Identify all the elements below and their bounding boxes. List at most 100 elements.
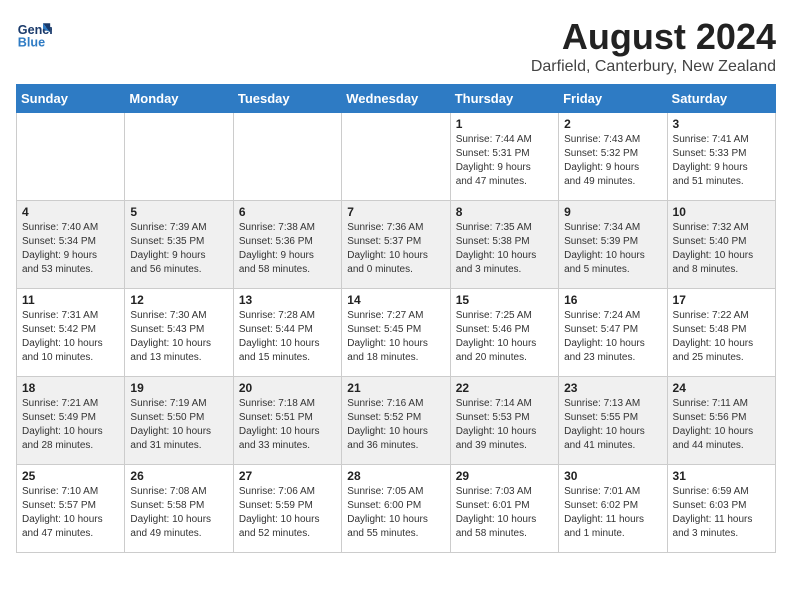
day-cell-30: 30 Sunrise: 7:01 AM Sunset: 6:02 PM Dayli…: [559, 465, 667, 553]
day-cell-31: 31 Sunrise: 6:59 AM Sunset: 6:03 PM Dayli…: [667, 465, 775, 553]
day-cell-26: 26Sunrise: 7:08 AM Sunset: 5:58 PM Dayli…: [125, 465, 233, 553]
day-cell-22: 22 Sunrise: 7:14 AM Sunset: 5:53 PM Dayli…: [450, 377, 558, 465]
day-number: 12: [130, 293, 227, 307]
day-info: Sunrise: 7:14 AM Sunset: 5:53 PM Dayligh…: [456, 397, 553, 453]
day-cell-28: 28 Sunrise: 7:05 AM Sunset: 6:00 PM Dayli…: [342, 465, 450, 553]
day-cell-14: 14 Sunrise: 7:27 AM Sunset: 5:45 PM Dayli…: [342, 289, 450, 377]
day-info: Sunrise: 7:40 AM Sunset: 5:34 PM Dayligh…: [22, 221, 119, 277]
day-info: Sunrise: 7:41 AM Sunset: 5:33 PM Dayligh…: [673, 133, 770, 189]
day-cell-1: 1 Sunrise: 7:44 AM Sunset: 5:31 PM Daylig…: [450, 113, 558, 201]
day-info: Sunrise: 7:05 AM Sunset: 6:00 PM Dayligh…: [347, 485, 444, 541]
page-header: General Blue August 2024 Darfield, Cante…: [16, 16, 776, 76]
day-cell-6: 6 Sunrise: 7:38 AM Sunset: 5:36 PM Daylig…: [233, 201, 341, 289]
day-cell-9: 9Sunrise: 7:34 AM Sunset: 5:39 PM Daylig…: [559, 201, 667, 289]
day-number: 13: [239, 293, 336, 307]
day-number: 7: [347, 205, 444, 219]
day-number: 5: [130, 205, 227, 219]
day-number: 10: [673, 205, 770, 219]
day-number: 28: [347, 469, 444, 483]
day-number: 29: [456, 469, 553, 483]
day-cell-29: 29Sunrise: 7:03 AM Sunset: 6:01 PM Dayli…: [450, 465, 558, 553]
day-info: Sunrise: 7:32 AM Sunset: 5:40 PM Dayligh…: [673, 221, 770, 277]
day-info: Sunrise: 7:35 AM Sunset: 5:38 PM Dayligh…: [456, 221, 553, 277]
logo-icon: General Blue: [16, 16, 52, 52]
empty-cell: [342, 113, 450, 201]
day-info: Sunrise: 7:06 AM Sunset: 5:59 PM Dayligh…: [239, 485, 336, 541]
day-info: Sunrise: 7:18 AM Sunset: 5:51 PM Dayligh…: [239, 397, 336, 453]
day-info: Sunrise: 7:30 AM Sunset: 5:43 PM Dayligh…: [130, 309, 227, 365]
day-number: 22: [456, 381, 553, 395]
day-cell-27: 27Sunrise: 7:06 AM Sunset: 5:59 PM Dayli…: [233, 465, 341, 553]
day-number: 14: [347, 293, 444, 307]
day-number: 3: [673, 117, 770, 131]
day-info: Sunrise: 7:22 AM Sunset: 5:48 PM Dayligh…: [673, 309, 770, 365]
day-cell-17: 17Sunrise: 7:22 AM Sunset: 5:48 PM Dayli…: [667, 289, 775, 377]
weekday-header-saturday: Saturday: [667, 85, 775, 113]
day-cell-12: 12 Sunrise: 7:30 AM Sunset: 5:43 PM Dayli…: [125, 289, 233, 377]
day-number: 19: [130, 381, 227, 395]
day-cell-11: 11 Sunrise: 7:31 AM Sunset: 5:42 PM Dayli…: [17, 289, 125, 377]
week-row-2: 4 Sunrise: 7:40 AM Sunset: 5:34 PM Daylig…: [17, 201, 776, 289]
empty-cell: [17, 113, 125, 201]
day-info: Sunrise: 7:21 AM Sunset: 5:49 PM Dayligh…: [22, 397, 119, 453]
month-title: August 2024: [531, 16, 776, 58]
location-title: Darfield, Canterbury, New Zealand: [531, 58, 776, 76]
day-cell-10: 10 Sunrise: 7:32 AM Sunset: 5:40 PM Dayli…: [667, 201, 775, 289]
day-info: Sunrise: 7:27 AM Sunset: 5:45 PM Dayligh…: [347, 309, 444, 365]
day-info: Sunrise: 7:19 AM Sunset: 5:50 PM Dayligh…: [130, 397, 227, 453]
day-number: 16: [564, 293, 661, 307]
day-number: 31: [673, 469, 770, 483]
day-info: Sunrise: 7:36 AM Sunset: 5:37 PM Dayligh…: [347, 221, 444, 277]
weekday-header-tuesday: Tuesday: [233, 85, 341, 113]
day-cell-5: 5Sunrise: 7:39 AM Sunset: 5:35 PM Daylig…: [125, 201, 233, 289]
day-number: 8: [456, 205, 553, 219]
day-cell-16: 16Sunrise: 7:24 AM Sunset: 5:47 PM Dayli…: [559, 289, 667, 377]
weekday-header-monday: Monday: [125, 85, 233, 113]
day-cell-4: 4 Sunrise: 7:40 AM Sunset: 5:34 PM Daylig…: [17, 201, 125, 289]
weekday-header-thursday: Thursday: [450, 85, 558, 113]
day-number: 18: [22, 381, 119, 395]
day-cell-2: 2 Sunrise: 7:43 AM Sunset: 5:32 PM Daylig…: [559, 113, 667, 201]
day-cell-23: 23Sunrise: 7:13 AM Sunset: 5:55 PM Dayli…: [559, 377, 667, 465]
day-cell-21: 21 Sunrise: 7:16 AM Sunset: 5:52 PM Dayli…: [342, 377, 450, 465]
week-row-5: 25Sunrise: 7:10 AM Sunset: 5:57 PM Dayli…: [17, 465, 776, 553]
day-cell-3: 3 Sunrise: 7:41 AM Sunset: 5:33 PM Daylig…: [667, 113, 775, 201]
week-row-4: 18 Sunrise: 7:21 AM Sunset: 5:49 PM Dayli…: [17, 377, 776, 465]
day-info: Sunrise: 7:16 AM Sunset: 5:52 PM Dayligh…: [347, 397, 444, 453]
day-number: 4: [22, 205, 119, 219]
calendar-table: SundayMondayTuesdayWednesdayThursdayFrid…: [16, 84, 776, 553]
title-block: August 2024 Darfield, Canterbury, New Ze…: [531, 16, 776, 76]
day-info: Sunrise: 7:43 AM Sunset: 5:32 PM Dayligh…: [564, 133, 661, 189]
logo: General Blue: [16, 16, 52, 52]
day-number: 21: [347, 381, 444, 395]
day-info: Sunrise: 7:25 AM Sunset: 5:46 PM Dayligh…: [456, 309, 553, 365]
day-number: 15: [456, 293, 553, 307]
weekday-header-sunday: Sunday: [17, 85, 125, 113]
day-number: 11: [22, 293, 119, 307]
svg-text:Blue: Blue: [18, 36, 45, 50]
day-number: 6: [239, 205, 336, 219]
day-number: 20: [239, 381, 336, 395]
day-cell-8: 8 Sunrise: 7:35 AM Sunset: 5:38 PM Daylig…: [450, 201, 558, 289]
day-info: Sunrise: 7:38 AM Sunset: 5:36 PM Dayligh…: [239, 221, 336, 277]
day-info: Sunrise: 7:13 AM Sunset: 5:55 PM Dayligh…: [564, 397, 661, 453]
day-info: Sunrise: 7:08 AM Sunset: 5:58 PM Dayligh…: [130, 485, 227, 541]
weekday-header-row: SundayMondayTuesdayWednesdayThursdayFrid…: [17, 85, 776, 113]
day-info: Sunrise: 6:59 AM Sunset: 6:03 PM Dayligh…: [673, 485, 770, 541]
day-number: 30: [564, 469, 661, 483]
day-info: Sunrise: 7:11 AM Sunset: 5:56 PM Dayligh…: [673, 397, 770, 453]
day-cell-13: 13 Sunrise: 7:28 AM Sunset: 5:44 PM Dayli…: [233, 289, 341, 377]
empty-cell: [233, 113, 341, 201]
day-cell-19: 19 Sunrise: 7:19 AM Sunset: 5:50 PM Dayli…: [125, 377, 233, 465]
day-number: 1: [456, 117, 553, 131]
day-info: Sunrise: 7:28 AM Sunset: 5:44 PM Dayligh…: [239, 309, 336, 365]
day-info: Sunrise: 7:01 AM Sunset: 6:02 PM Dayligh…: [564, 485, 661, 541]
week-row-1: 1 Sunrise: 7:44 AM Sunset: 5:31 PM Daylig…: [17, 113, 776, 201]
day-number: 25: [22, 469, 119, 483]
day-cell-24: 24Sunrise: 7:11 AM Sunset: 5:56 PM Dayli…: [667, 377, 775, 465]
day-number: 2: [564, 117, 661, 131]
day-info: Sunrise: 7:31 AM Sunset: 5:42 PM Dayligh…: [22, 309, 119, 365]
weekday-header-wednesday: Wednesday: [342, 85, 450, 113]
day-info: Sunrise: 7:34 AM Sunset: 5:39 PM Dayligh…: [564, 221, 661, 277]
day-info: Sunrise: 7:44 AM Sunset: 5:31 PM Dayligh…: [456, 133, 553, 189]
